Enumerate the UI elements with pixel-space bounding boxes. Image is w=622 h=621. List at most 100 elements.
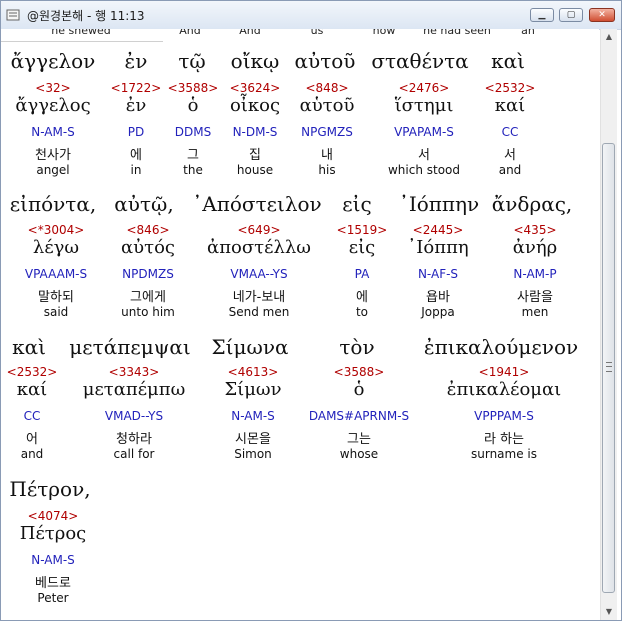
greek-word[interactable]: Σίμωνα	[212, 335, 289, 359]
morphology-code[interactable]: DAMS#APRNM-S	[309, 409, 409, 423]
morphology-code[interactable]: N-DM-S	[233, 125, 278, 139]
close-icon: ✕	[598, 10, 606, 20]
strong-number[interactable]: <3588>	[334, 365, 385, 379]
greek-word[interactable]: ἐπικαλούμενον	[424, 335, 578, 359]
greek-word[interactable]: εἰς	[342, 192, 371, 216]
english-gloss: men	[521, 305, 549, 319]
morphology-code[interactable]: NPGMZS	[301, 125, 353, 139]
greek-word[interactable]: τὸν	[339, 335, 374, 359]
strong-number[interactable]: <1519>	[337, 223, 388, 237]
morphology-code[interactable]: N-AM-P	[513, 267, 556, 281]
lemma: ἵστημι	[394, 95, 454, 116]
morphology-code[interactable]: N-AF-S	[418, 267, 458, 281]
scroll-up-arrow-icon[interactable]: ▲	[601, 29, 617, 45]
english-gloss: to	[355, 305, 369, 319]
interlinear-text-pane[interactable]: he shewed And And us how he had seen an …	[1, 29, 599, 620]
minimize-button[interactable]: ▁	[530, 8, 554, 22]
scroll-down-arrow-icon[interactable]: ▼	[601, 604, 617, 620]
lemma: καί	[494, 95, 526, 116]
english-gloss: an	[521, 29, 535, 37]
lemma: ὁ	[353, 379, 365, 400]
strong-number[interactable]: <2445>	[413, 223, 464, 237]
window-title: @원경본해 - 행 11:13	[27, 9, 145, 23]
greek-word[interactable]: αὐτῷ,	[114, 192, 173, 216]
english-gloss: and	[20, 447, 44, 461]
english-gloss: which stood	[387, 163, 461, 177]
strong-number[interactable]: <2476>	[399, 81, 450, 95]
strong-number[interactable]: <649>	[237, 223, 280, 237]
close-button[interactable]: ✕	[589, 8, 615, 22]
morphology-code[interactable]: CC	[502, 125, 519, 139]
lemma: οἶκος	[229, 95, 281, 116]
morphology-code[interactable]: CC	[24, 409, 41, 423]
strong-number[interactable]: <3624>	[230, 81, 281, 95]
morphology-code[interactable]: VPAAAM-S	[25, 267, 87, 281]
korean-gloss: 서	[418, 148, 430, 163]
strong-number[interactable]: <1722>	[111, 81, 162, 95]
greek-word[interactable]: ἄγγελον	[11, 49, 96, 73]
strong-number[interactable]: <32>	[35, 81, 70, 95]
english-gloss: how	[372, 29, 396, 37]
strong-number[interactable]: <3343>	[109, 365, 160, 379]
maximize-icon: ▢	[566, 10, 576, 20]
english-gloss: and	[498, 163, 522, 177]
korean-gloss: 청하라	[116, 432, 152, 447]
strong-number[interactable]: <2532>	[7, 365, 58, 379]
greek-word[interactable]: Πέτρον,	[9, 477, 90, 501]
strong-number[interactable]: <*3004>	[28, 223, 85, 237]
english-gloss: he shewed	[51, 29, 111, 37]
strong-number[interactable]: <3588>	[168, 81, 219, 95]
morphology-code[interactable]: DDMS	[175, 125, 211, 139]
morphology-code[interactable]: PA	[355, 267, 370, 281]
korean-gloss: 어	[26, 432, 38, 447]
morphology-code[interactable]: N-AM-S	[31, 553, 75, 567]
greek-word[interactable]: ᾿Ιόππην	[399, 192, 479, 216]
strong-number[interactable]: <846>	[126, 223, 169, 237]
morphology-code[interactable]: PD	[128, 125, 144, 139]
minimize-icon: ▁	[538, 10, 546, 20]
vertical-scrollbar[interactable]: ▲ ▼	[600, 29, 617, 620]
english-gloss: And	[239, 29, 261, 37]
greek-word[interactable]: αὐτοῦ	[295, 49, 356, 73]
morphology-code[interactable]: VMAD--YS	[105, 409, 163, 423]
greek-word[interactable]: μετάπεμψαι	[69, 335, 190, 359]
greek-word[interactable]: σταθέντα	[371, 49, 468, 73]
korean-gloss: 천사가	[35, 148, 71, 163]
greek-word[interactable]: καὶ	[491, 49, 525, 73]
english-gloss: Peter	[37, 591, 69, 605]
morphology-code[interactable]: N-AM-S	[231, 409, 275, 423]
korean-gloss: 베드로	[35, 576, 71, 591]
korean-gloss: 에	[356, 290, 368, 305]
maximize-button[interactable]: ▢	[559, 8, 583, 22]
strong-number[interactable]: <2532>	[485, 81, 536, 95]
lemma: εἰς	[348, 237, 376, 258]
korean-gloss: 서	[504, 148, 516, 163]
morphology-code[interactable]: VMAA--YS	[230, 267, 287, 281]
morphology-code[interactable]: NPDMZS	[122, 267, 174, 281]
morphology-code[interactable]: N-AM-S	[31, 125, 75, 139]
greek-word[interactable]: τῷ	[178, 49, 205, 73]
morphology-code[interactable]: VPAPAM-S	[394, 125, 454, 139]
greek-word[interactable]: ᾿Απόστειλον	[192, 192, 321, 216]
greek-word[interactable]: καὶ	[12, 335, 46, 359]
strong-number[interactable]: <4074>	[28, 509, 79, 523]
strong-number[interactable]: <4613>	[228, 365, 279, 379]
greek-word[interactable]: εἰπόντα,	[10, 192, 96, 216]
lemma: ἐν	[125, 95, 147, 116]
greek-word[interactable]: ἐν	[125, 49, 148, 73]
lemma: ἄγγελος	[15, 95, 91, 116]
strong-number[interactable]: <848>	[305, 81, 348, 95]
scrollbar-thumb[interactable]	[602, 143, 615, 593]
strong-number[interactable]: <435>	[513, 223, 556, 237]
english-gloss: he had seen	[423, 29, 491, 37]
greek-word[interactable]: οἴκῳ	[231, 49, 280, 73]
strong-number[interactable]: <1941>	[479, 365, 530, 379]
morphology-code[interactable]: VPPPAM-S	[474, 409, 534, 423]
greek-word[interactable]: ἄνδρας,	[492, 192, 573, 216]
korean-gloss: 그에게	[130, 290, 166, 305]
title-bar[interactable]: @원경본해 - 행 11:13 ▁ ▢ ✕	[1, 1, 621, 30]
korean-gloss: 네가-보내	[232, 290, 286, 305]
lemma: λέγω	[32, 237, 80, 258]
korean-gloss: 사람을	[517, 290, 553, 305]
scroll-grip-icon	[606, 362, 612, 372]
